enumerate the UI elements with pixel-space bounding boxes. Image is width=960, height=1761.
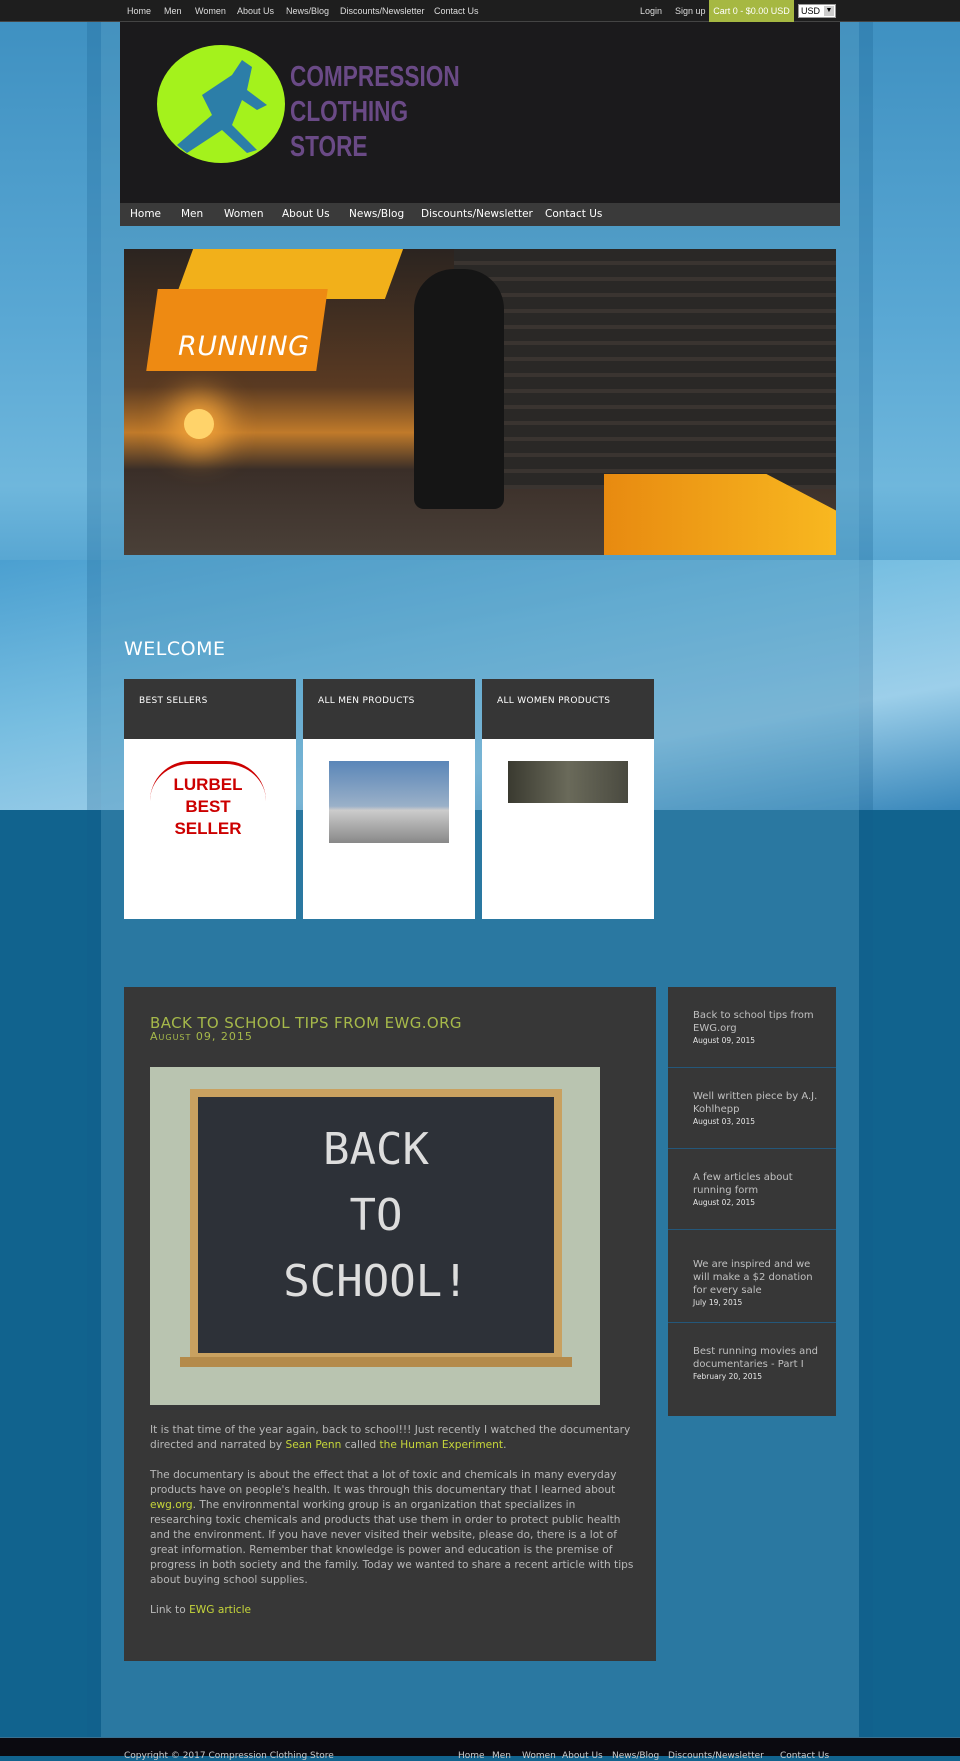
- card-title: BEST SELLERS: [124, 679, 296, 739]
- women-product-image: [508, 761, 628, 803]
- nav-about[interactable]: About Us: [282, 208, 330, 220]
- text: called: [341, 1439, 380, 1451]
- recent-post-date: August 03, 2015: [693, 1117, 756, 1126]
- chalkboard-ledge: [180, 1357, 572, 1367]
- top-nav-men[interactable]: Men: [164, 6, 182, 16]
- login-link[interactable]: Login: [640, 6, 662, 16]
- recent-post[interactable]: Well written piece by A.J. Kohlhepp Augus…: [668, 1068, 836, 1149]
- lurbel-logo-image: LURBEL BEST SELLER: [150, 761, 266, 838]
- top-bar: Home Men Women About Us News/Blog Discou…: [0, 0, 960, 22]
- chevron-down-icon: ▼: [824, 6, 834, 16]
- footer-nav-about[interactable]: About Us: [562, 1751, 603, 1761]
- post-body: It is that time of the year again, back …: [150, 1424, 634, 1616]
- footer-nav-men[interactable]: Men: [492, 1751, 511, 1761]
- nav-women[interactable]: Women: [224, 208, 264, 220]
- currency-select[interactable]: USD ▼: [798, 4, 836, 18]
- footer-nav-contact[interactable]: Contact Us: [780, 1751, 829, 1761]
- nav-men[interactable]: Men: [181, 208, 203, 220]
- footer-nav-blog[interactable]: News/Blog: [612, 1751, 659, 1761]
- card-men-products[interactable]: ALL MEN PRODUCTS: [303, 679, 475, 919]
- human-experiment-link[interactable]: the Human Experiment: [380, 1439, 504, 1451]
- currency-value: USD: [801, 6, 821, 16]
- main-nav: Home Men Women About Us News/Blog Discou…: [120, 203, 840, 226]
- sean-penn-link[interactable]: Sean Penn: [286, 1439, 342, 1451]
- top-nav-home[interactable]: Home: [127, 6, 151, 16]
- top-nav-contact[interactable]: Contact Us: [434, 6, 479, 16]
- blog-post: BACK TO SCHOOL TIPS FROM EWG.ORG August …: [124, 987, 656, 1661]
- hero-runner: [414, 269, 504, 509]
- recent-post-date: February 20, 2015: [693, 1372, 763, 1381]
- footer-nav-women[interactable]: Women: [522, 1751, 556, 1761]
- top-nav-about[interactable]: About Us: [237, 6, 274, 16]
- signup-link[interactable]: Sign up: [675, 6, 706, 16]
- men-product-image: [329, 761, 449, 843]
- card-women-products[interactable]: ALL WOMEN PRODUCTS: [482, 679, 654, 919]
- footer-nav-home[interactable]: Home: [458, 1751, 485, 1761]
- header: COMPRESSION CLOTHING STORE Home Men Women …: [120, 22, 840, 226]
- recent-post-title: Well written piece by A.J. Kohlhepp: [693, 1091, 818, 1115]
- recent-post[interactable]: Back to school tips from EWG.org August 0…: [668, 987, 836, 1068]
- recent-post-date: July 19, 2015: [693, 1298, 743, 1307]
- post-image: BACK TO SCHOOL!: [150, 1067, 600, 1405]
- top-nav-discounts[interactable]: Discounts/Newsletter: [340, 6, 425, 16]
- recent-post[interactable]: Best running movies and documentaries - …: [668, 1323, 836, 1404]
- nav-contact[interactable]: Contact Us: [545, 208, 602, 220]
- cart-button[interactable]: Cart 0 - $0.00 USD: [709, 0, 794, 22]
- hero-banner[interactable]: RUNNING: [124, 249, 836, 555]
- logo-runner-icon: [157, 45, 285, 163]
- copyright: Copyright © 2017 Compression Clothing St…: [124, 1751, 334, 1761]
- top-nav-women[interactable]: Women: [195, 6, 226, 16]
- hero-buildings: [454, 249, 836, 489]
- footer: Copyright © 2017 Compression Clothing St…: [0, 1737, 960, 1761]
- top-nav-blog[interactable]: News/Blog: [286, 6, 329, 16]
- hero-label: RUNNING: [178, 331, 310, 362]
- recent-post[interactable]: We are inspired and we will make a $2 do…: [668, 1230, 836, 1323]
- recent-post-title: Back to school tips from EWG.org: [693, 1010, 814, 1034]
- recent-posts-sidebar: Back to school tips from EWG.org August 0…: [668, 987, 836, 1416]
- text: Link to: [150, 1604, 190, 1616]
- recent-post[interactable]: A few articles about running form August …: [668, 1149, 836, 1230]
- recent-post-date: August 02, 2015: [693, 1198, 756, 1207]
- chalkboard: BACK TO SCHOOL!: [190, 1089, 562, 1361]
- card-best-sellers[interactable]: BEST SELLERS LURBEL BEST SELLER: [124, 679, 296, 919]
- nav-blog[interactable]: News/Blog: [349, 208, 404, 220]
- welcome-heading: WELCOME: [124, 638, 226, 660]
- logo-text: COMPRESSION CLOTHING STORE: [290, 61, 460, 163]
- chalkboard-text: BACK TO SCHOOL!: [198, 1097, 554, 1353]
- nav-home[interactable]: Home: [130, 208, 161, 220]
- footer-nav-discounts[interactable]: Discounts/Newsletter: [668, 1751, 764, 1761]
- recent-post-title: Best running movies and documentaries - …: [693, 1346, 818, 1370]
- ewg-article-link[interactable]: EWG article: [189, 1604, 251, 1616]
- post-date: August 09, 2015: [150, 1030, 253, 1043]
- recent-post-date: August 09, 2015: [693, 1036, 756, 1045]
- nav-discounts[interactable]: Discounts/Newsletter: [421, 208, 533, 220]
- card-title: ALL WOMEN PRODUCTS: [482, 679, 654, 739]
- recent-post-title: A few articles about running form: [693, 1172, 793, 1196]
- card-title: ALL MEN PRODUCTS: [303, 679, 475, 739]
- ewg-link[interactable]: ewg.org: [150, 1499, 193, 1511]
- hero-sun: [184, 409, 214, 439]
- recent-post-title: We are inspired and we will make a $2 do…: [693, 1259, 813, 1296]
- text: . The environmental working group is an …: [150, 1499, 634, 1586]
- text: The documentary is about the effect that…: [150, 1469, 617, 1496]
